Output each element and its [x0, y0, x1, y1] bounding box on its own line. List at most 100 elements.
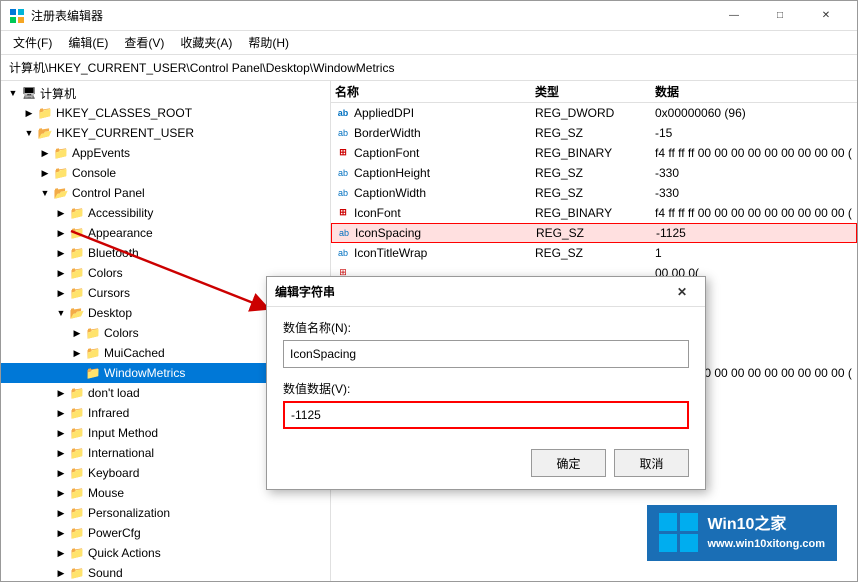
folder-icon: 📁 [69, 486, 85, 500]
tree-label: Colors [104, 326, 139, 340]
close-button[interactable]: ✕ [803, 1, 849, 31]
table-row[interactable]: ab CaptionWidth REG_SZ -330 [331, 183, 857, 203]
expand-icon: ▶ [53, 385, 69, 401]
expand-icon: ▶ [37, 165, 53, 181]
dialog-body: 数值名称(N): 数值数据(V): 确定 取消 [267, 307, 705, 489]
cell-name: ab CaptionHeight [335, 166, 535, 180]
cell-type: REG_SZ [535, 126, 655, 140]
dialog-close-button[interactable]: ✕ [667, 279, 697, 305]
expand-icon: ▶ [53, 225, 69, 241]
expand-icon [69, 365, 85, 381]
field-data-input[interactable] [283, 401, 689, 429]
table-row[interactable]: ab IconTitleWrap REG_SZ 1 [331, 243, 857, 263]
menu-favorites[interactable]: 收藏夹(A) [172, 32, 240, 53]
tree-label: Console [72, 166, 116, 180]
tree-item-classes-root[interactable]: ▶ 📁 HKEY_CLASSES_ROOT [1, 103, 330, 123]
cell-name: ab IconSpacing [336, 226, 536, 240]
table-row[interactable]: ab CaptionHeight REG_SZ -330 [331, 163, 857, 183]
minimize-button[interactable]: — [711, 1, 757, 31]
table-row[interactable]: ⊞ IconFont REG_BINARY f4 ff ff ff 00 00 … [331, 203, 857, 223]
expand-icon: ▶ [69, 345, 85, 361]
tree-item-powercfg[interactable]: ▶ 📁 PowerCfg [1, 523, 330, 543]
tree-label: WindowMetrics [104, 366, 185, 380]
table-row[interactable]: ab BorderWidth REG_SZ -15 [331, 123, 857, 143]
folder-icon: 📁 [69, 286, 85, 300]
cancel-button[interactable]: 取消 [614, 449, 689, 477]
maximize-button[interactable]: □ [757, 1, 803, 31]
dialog-title-bar: 编辑字符串 ✕ [267, 277, 705, 307]
expand-icon: ▶ [53, 245, 69, 261]
menu-file[interactable]: 文件(F) [5, 32, 60, 53]
folder-icon: 📁 [69, 266, 85, 280]
tree-item-current-user[interactable]: ▼ 📂 HKEY_CURRENT_USER [1, 123, 330, 143]
folder-icon: 📂 [69, 306, 85, 320]
field-name-label: 数值名称(N): [283, 319, 689, 336]
column-data-header: 数据 [655, 83, 853, 100]
column-type-header: 类型 [535, 83, 655, 100]
tree-label: PowerCfg [88, 526, 141, 540]
expand-icon: ▶ [53, 265, 69, 281]
cell-type: REG_SZ [536, 226, 656, 240]
tree-label: Desktop [88, 306, 132, 320]
cell-data: -1125 [656, 226, 852, 240]
cell-type: REG_BINARY [535, 146, 655, 160]
folder-icon: 📁 [69, 406, 85, 420]
folder-icon: 📂 [37, 126, 53, 140]
tree-label: Personalization [88, 506, 170, 520]
main-content: ▼ 🖥 计算机 ▶ 📁 HKEY_CLASSES_ROOT ▼ 📂 HKEY_C… [1, 81, 857, 581]
tree-item-appearance[interactable]: ▶ 📁 Appearance [1, 223, 330, 243]
tree-item-accessibility[interactable]: ▶ 📁 Accessibility [1, 203, 330, 223]
expand-icon: ▶ [53, 525, 69, 541]
folder-icon: 📁 [69, 446, 85, 460]
expand-icon: ▶ [53, 425, 69, 441]
expand-icon: ▶ [53, 545, 69, 561]
expand-icon: ▶ [53, 565, 69, 581]
folder-icon: 📁 [69, 466, 85, 480]
cell-name: ab AppliedDPI [335, 106, 535, 120]
field-data-label: 数值数据(V): [283, 380, 689, 397]
table-row[interactable]: ⊞ CaptionFont REG_BINARY f4 ff ff ff 00 … [331, 143, 857, 163]
tree-item-computer[interactable]: ▼ 🖥 计算机 [1, 83, 330, 103]
tree-label: Input Method [88, 426, 158, 440]
cell-data: -330 [655, 166, 853, 180]
menu-edit[interactable]: 编辑(E) [60, 32, 116, 53]
menu-view[interactable]: 查看(V) [116, 32, 172, 53]
tree-item-console[interactable]: ▶ 📁 Console [1, 163, 330, 183]
tree-item-quickactions[interactable]: ▶ 📁 Quick Actions [1, 543, 330, 563]
tree-label: Cursors [88, 286, 130, 300]
dword-icon: ab [335, 106, 351, 120]
tree-item-control-panel[interactable]: ▼ 📂 Control Panel [1, 183, 330, 203]
tree-label: HKEY_CLASSES_ROOT [56, 106, 192, 120]
tree-label: MuiCached [104, 346, 165, 360]
cell-data: f4 ff ff ff 00 00 00 00 00 00 00 00 00 ( [655, 206, 853, 220]
expand-icon: ▶ [53, 465, 69, 481]
tree-label: Accessibility [88, 206, 153, 220]
table-row-iconspacing[interactable]: ab IconSpacing REG_SZ -1125 [331, 223, 857, 243]
address-bar: 计算机\HKEY_CURRENT_USER\Control Panel\Desk… [1, 55, 857, 81]
tree-item-bluetooth[interactable]: ▶ 📁 Bluetooth [1, 243, 330, 263]
folder-icon: 📁 [69, 546, 85, 560]
tree-label: International [88, 446, 154, 460]
edit-string-dialog: 编辑字符串 ✕ 数值名称(N): 数值数据(V): 确定 取消 [266, 276, 706, 490]
folder-icon: 📂 [53, 186, 69, 200]
folder-icon: 📁 [69, 506, 85, 520]
expand-icon: ▶ [53, 205, 69, 221]
expand-icon: ▶ [53, 405, 69, 421]
tree-item-appevents[interactable]: ▶ 📁 AppEvents [1, 143, 330, 163]
column-name-header: 名称 [335, 83, 535, 100]
field-name-input[interactable] [283, 340, 689, 368]
tree-label: AppEvents [72, 146, 130, 160]
dialog-buttons: 确定 取消 [283, 449, 689, 477]
menu-help[interactable]: 帮助(H) [240, 32, 297, 53]
tree-label: Colors [88, 266, 123, 280]
table-row[interactable]: ab AppliedDPI REG_DWORD 0x00000060 (96) [331, 103, 857, 123]
ok-button[interactable]: 确定 [531, 449, 606, 477]
folder-icon: 📁 [53, 166, 69, 180]
tree-item-personalization[interactable]: ▶ 📁 Personalization [1, 503, 330, 523]
folder-icon: 📁 [85, 326, 101, 340]
tree-label: Quick Actions [88, 546, 161, 560]
binary-icon: ⊞ [335, 146, 351, 160]
table-header: 名称 类型 数据 [331, 81, 857, 103]
expand-icon: ▶ [53, 285, 69, 301]
tree-item-sound[interactable]: ▶ 📁 Sound [1, 563, 330, 581]
